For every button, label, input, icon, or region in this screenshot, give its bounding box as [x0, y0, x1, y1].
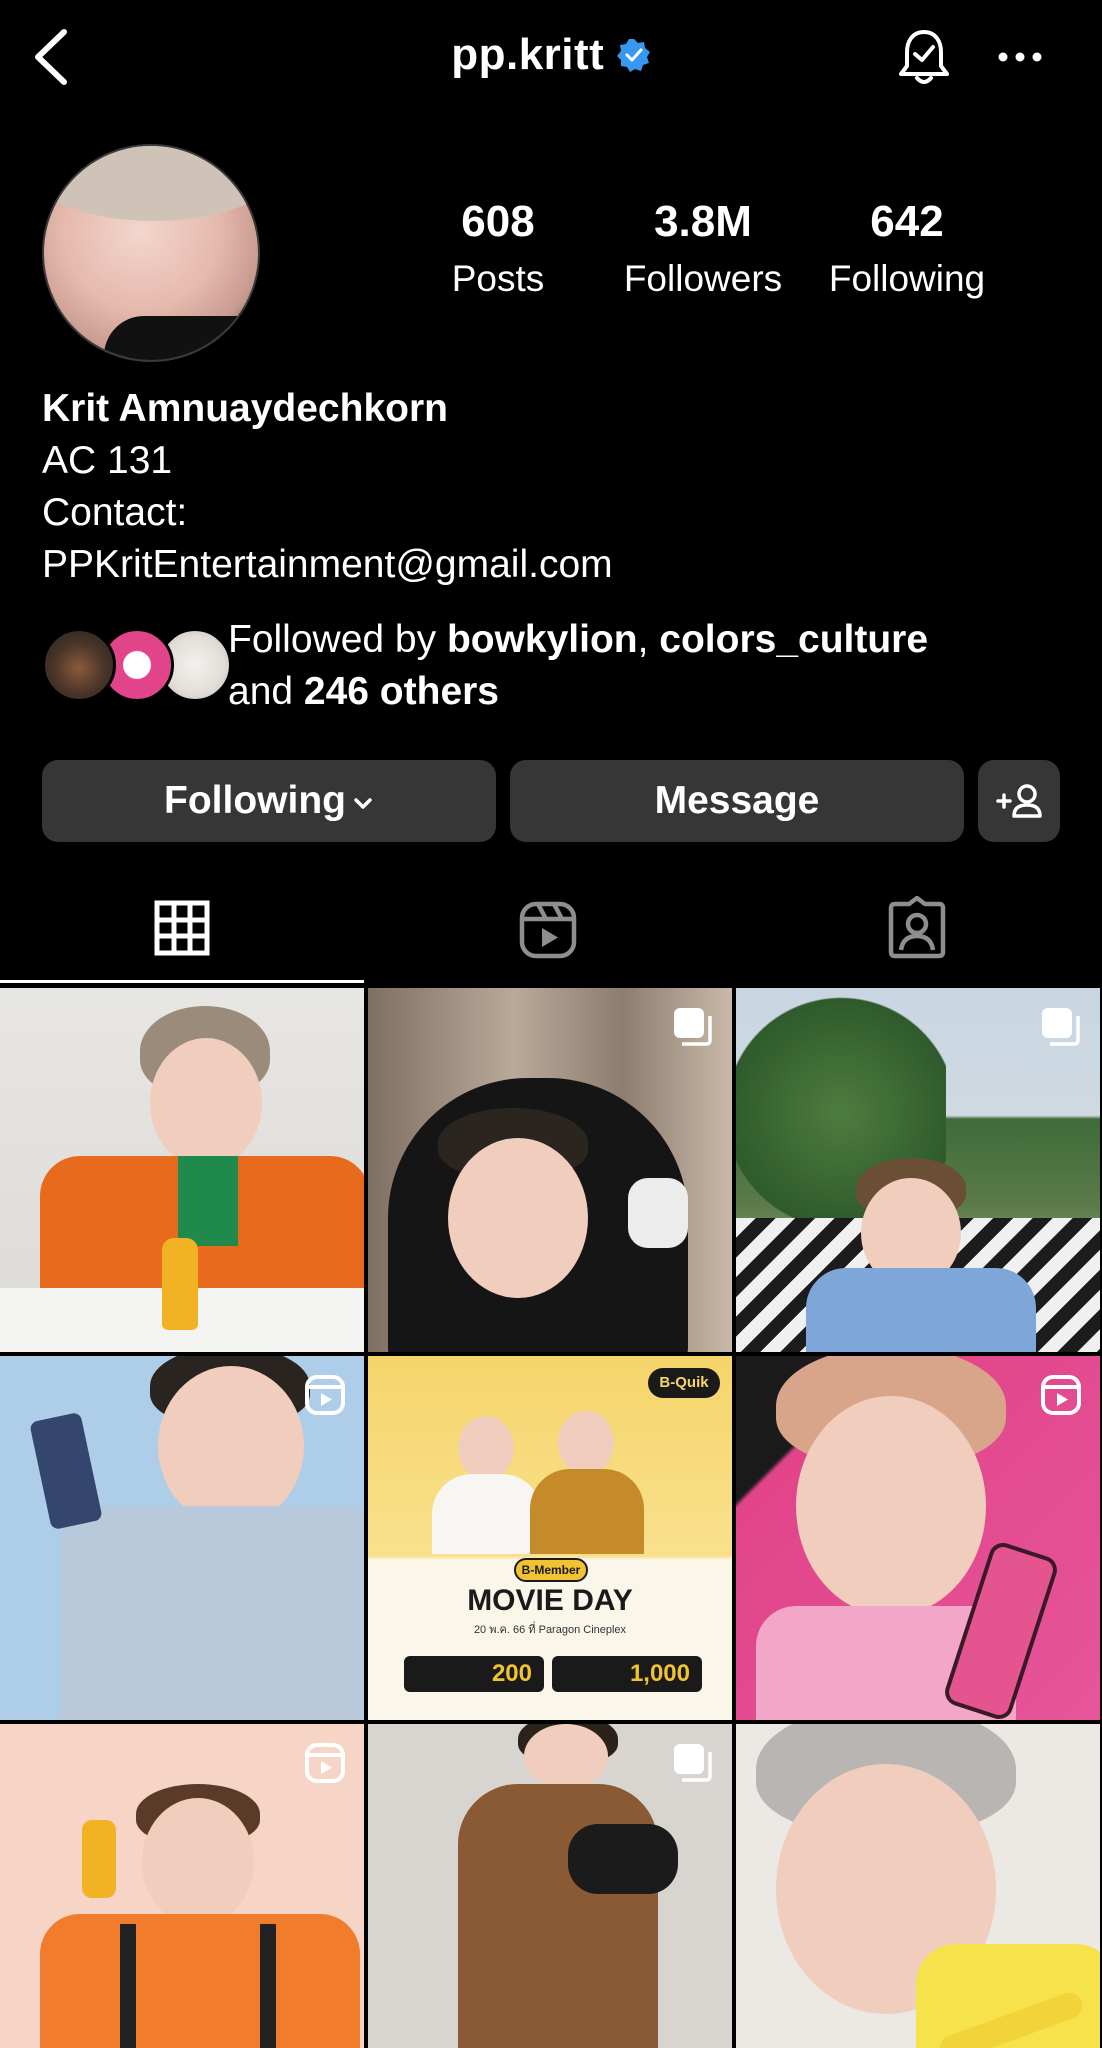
- posts-stat[interactable]: 608 Posts: [418, 197, 578, 299]
- profile-name: Krit Amnuaydechkorn: [42, 387, 448, 430]
- follower-username[interactable]: bowkylion: [447, 618, 638, 661]
- reels-icon: [519, 901, 577, 959]
- carousel-icon: [1042, 1008, 1080, 1046]
- following-label: Following: [828, 258, 986, 299]
- avatar-shirt: [104, 316, 258, 360]
- top-bar: pp.kritt: [0, 0, 1102, 118]
- grid-icon: [154, 900, 210, 956]
- others-count[interactable]: 246 others: [304, 670, 499, 713]
- follower-avatar: [42, 628, 116, 702]
- carousel-icon: [674, 1744, 712, 1782]
- add-person-icon: [996, 784, 1042, 818]
- tagged-icon: [888, 896, 946, 959]
- more-icon[interactable]: [995, 42, 1045, 72]
- bell-icon[interactable]: [895, 26, 953, 88]
- promo-subtitle: 20 พ.ค. 66 ที่ Paragon Cineplex: [473, 1624, 627, 1636]
- post-tile[interactable]: B-Quik B-Member MOVIE DAY 20 พ.ค. 66 ที่…: [368, 1356, 732, 1720]
- following-button-label: Following: [164, 779, 346, 822]
- followers-stat[interactable]: 3.8M Followers: [608, 197, 798, 299]
- username-title: pp.kritt: [451, 30, 605, 79]
- grid-tab[interactable]: [0, 888, 364, 984]
- followed-by-text: Followed by bowkylion, colors_culture an…: [228, 614, 928, 718]
- bio-line: Contact:: [42, 491, 188, 534]
- followed-by-prefix: Followed by: [228, 618, 447, 661]
- message-button[interactable]: Message: [510, 760, 964, 842]
- post-tile[interactable]: [368, 988, 732, 1352]
- carousel-icon: [674, 1008, 712, 1046]
- reel-icon: [305, 1375, 345, 1415]
- post-tile[interactable]: [736, 1356, 1100, 1720]
- post-tile[interactable]: [736, 988, 1100, 1352]
- avatar-hair: [44, 146, 258, 221]
- following-button[interactable]: Following: [42, 760, 496, 842]
- profile-avatar[interactable]: [42, 144, 260, 362]
- post-tile[interactable]: [0, 1724, 364, 2048]
- followers-count: 3.8M: [654, 197, 752, 246]
- member-badge: B-Member: [514, 1558, 588, 1582]
- contact-email[interactable]: PPKritEntertainment@gmail.com: [42, 539, 1062, 591]
- profile-bio: Krit Amnuaydechkorn AC 131 Contact: PPKr…: [42, 383, 1062, 591]
- reel-icon: [305, 1743, 345, 1783]
- suggested-users-button[interactable]: [978, 760, 1060, 842]
- posts-label: Posts: [451, 258, 545, 299]
- separator: ,: [637, 618, 660, 661]
- profile-tabs: [0, 888, 1102, 984]
- promo-value: 1,000: [552, 1656, 702, 1692]
- post-tile[interactable]: [0, 1356, 364, 1720]
- bio-line: AC 131: [42, 439, 173, 482]
- chevron-down-icon: [354, 797, 372, 809]
- posts-count: 608: [461, 197, 535, 246]
- active-tab-indicator: [0, 980, 364, 983]
- followed-by[interactable]: Followed by bowkylion, colors_culture an…: [42, 614, 1082, 718]
- followers-label: Followers: [623, 258, 783, 299]
- and-text: and: [228, 670, 304, 713]
- following-count: 642: [870, 197, 944, 246]
- reels-tab[interactable]: [364, 888, 732, 984]
- verified-icon: [616, 39, 650, 72]
- promo-value: 200: [404, 1656, 544, 1692]
- follower-username[interactable]: colors_culture: [659, 618, 928, 661]
- post-tile[interactable]: [736, 1724, 1100, 2048]
- brand-logo: B-Quik: [648, 1368, 720, 1398]
- post-tile[interactable]: [0, 988, 364, 1352]
- reel-icon: [1041, 1375, 1081, 1415]
- promo-headline: MOVIE DAY: [467, 1584, 633, 1617]
- following-stat[interactable]: 642 Following: [812, 197, 1002, 299]
- message-button-label: Message: [654, 779, 820, 822]
- post-tile[interactable]: [368, 1724, 732, 2048]
- tagged-tab[interactable]: [732, 888, 1102, 984]
